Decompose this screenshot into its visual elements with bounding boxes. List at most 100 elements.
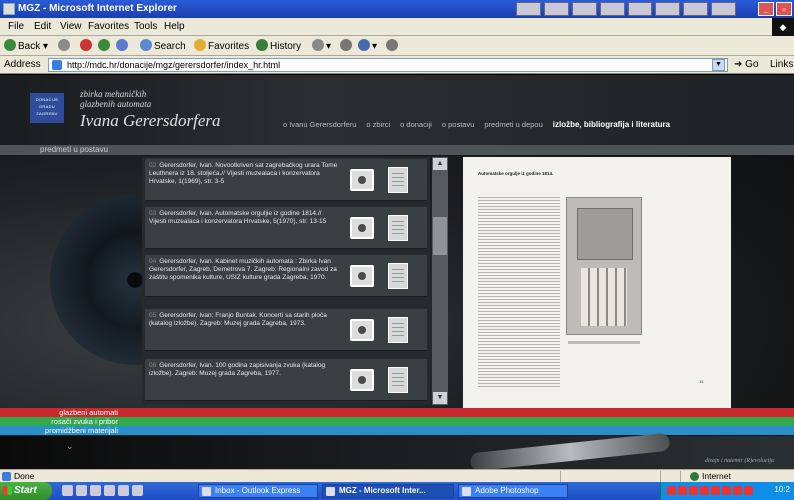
mail-button[interactable]: ▾ <box>312 39 331 52</box>
nav-about-donation[interactable]: o donaciji <box>400 120 432 134</box>
address-input[interactable]: http://mdc.hr/donacije/mgz/gerersdorfer/… <box>48 58 728 72</box>
tool-icon[interactable] <box>655 2 681 16</box>
scroll-thumb[interactable] <box>433 217 447 255</box>
search-icon <box>140 39 152 51</box>
menu-edit[interactable]: Edit <box>34 21 51 32</box>
task-photoshop[interactable]: Adobe Photoshop <box>458 484 568 498</box>
messenger-button[interactable] <box>386 39 400 52</box>
messenger-icon <box>386 39 398 51</box>
tray-icon[interactable] <box>667 486 676 495</box>
tool-icon[interactable] <box>599 2 625 16</box>
site-nav: o Ivanu Gerersdorferu o zbirci o donacij… <box>283 120 670 134</box>
category-promo-materials[interactable]: promidžbeni materijali <box>0 426 794 435</box>
tray-icon[interactable] <box>744 486 753 495</box>
preview-title: Automatske orgulje iz godine 1814. <box>478 171 554 176</box>
tool-icon[interactable] <box>571 2 597 16</box>
menu-help[interactable]: Help <box>164 21 185 32</box>
quick-launch-icon[interactable] <box>132 485 143 496</box>
tray-icon[interactable] <box>700 486 709 495</box>
tray-icon[interactable] <box>711 486 720 495</box>
security-zone: Internet <box>690 471 731 481</box>
site-header: DONACIJE GRADU ZAGREBU zbirka mehaničkih… <box>0 75 794 145</box>
list-scrollbar[interactable]: ▲ ▼ <box>432 157 448 405</box>
forward-button[interactable] <box>58 39 72 52</box>
tray-icon[interactable] <box>678 486 687 495</box>
menu-view[interactable]: View <box>60 21 82 32</box>
quick-launch-icon[interactable] <box>104 485 115 496</box>
window-title: MGZ - Microsoft Internet Explorer <box>18 3 177 14</box>
history-button[interactable]: History <box>256 39 301 52</box>
preview-text-block <box>478 197 560 387</box>
category-sound-carriers[interactable]: rosači zvuka i pribor <box>0 417 794 426</box>
status-separator <box>680 471 681 482</box>
document-icon[interactable] <box>388 215 408 241</box>
menu-file[interactable]: File <box>8 21 24 32</box>
quick-launch-icon[interactable] <box>62 485 73 496</box>
document-icon[interactable] <box>388 367 408 393</box>
menu-favorites[interactable]: Favorites <box>88 21 129 32</box>
web-page: DONACIJE GRADU ZAGREBU zbirka mehaničkih… <box>0 75 794 469</box>
organ-photo <box>566 197 642 335</box>
camera-icon[interactable] <box>350 265 374 287</box>
tool-icon[interactable] <box>627 2 653 16</box>
tool-icon[interactable] <box>711 2 736 16</box>
clock[interactable]: 10:2 <box>774 485 790 494</box>
titlebar-tool-icons <box>516 2 736 16</box>
maximize-button[interactable]: ▫ <box>776 2 792 16</box>
site-subtitle: zbirka mehaničkih glazbenih automata <box>80 89 152 109</box>
tray-icon[interactable] <box>722 486 731 495</box>
address-dropdown-button[interactable]: ▼ <box>712 59 725 71</box>
task-outlook[interactable]: Inbox - Outlook Express <box>198 484 318 498</box>
tool-icon[interactable] <box>543 2 569 16</box>
minimize-button[interactable]: _ <box>758 2 774 16</box>
go-button[interactable]: ➜ Go <box>734 59 759 70</box>
document-icon[interactable] <box>388 167 408 193</box>
scroll-down-button[interactable]: ▼ <box>433 392 447 404</box>
search-button[interactable]: Search <box>140 39 186 52</box>
menu-tools[interactable]: Tools <box>134 21 157 32</box>
edit-button[interactable]: ▾ <box>358 39 377 52</box>
quick-launch-icon[interactable] <box>118 485 129 496</box>
favorites-button[interactable]: Favorites <box>194 39 249 52</box>
history-icon <box>256 39 268 51</box>
refresh-button[interactable] <box>98 39 112 52</box>
quick-launch-icon[interactable] <box>76 485 87 496</box>
category-music-automata[interactable]: glazbeni automati <box>0 408 794 417</box>
home-button[interactable] <box>116 39 130 52</box>
nav-about-exhibit[interactable]: o postavu <box>442 120 475 134</box>
nav-bibliography[interactable]: izložbe, bibliografija i literatura <box>553 120 670 134</box>
links-button[interactable]: Links <box>770 59 793 70</box>
nav-about-gerersdorfer[interactable]: o Ivanu Gerersdorferu <box>283 120 356 134</box>
breadcrumb: predmeti u postavu <box>0 145 794 155</box>
mail-icon <box>312 39 324 51</box>
tool-icon[interactable] <box>683 2 709 16</box>
task-ie-mgz[interactable]: MGZ - Microsoft Inter... <box>322 484 454 498</box>
back-button[interactable]: Back ▾ <box>4 39 48 52</box>
breadcrumb-link[interactable]: predmeti u postavu <box>40 145 108 154</box>
nav-about-collection[interactable]: o zbirci <box>366 120 390 134</box>
chevron-down-icon[interactable]: ⌄ <box>66 441 74 452</box>
document-icon[interactable] <box>388 263 408 289</box>
window-titlebar[interactable]: MGZ - Microsoft Internet Explorer _ ▫ <box>0 0 794 18</box>
tray-icon[interactable] <box>689 486 698 495</box>
status-bar: Done Internet <box>0 469 794 482</box>
camera-icon[interactable] <box>350 217 374 239</box>
status-separator <box>560 471 561 482</box>
nav-depot-items[interactable]: predmeti u depou <box>484 120 542 134</box>
tool-icon[interactable] <box>516 2 541 16</box>
donation-logo[interactable]: DONACIJE GRADU ZAGREBU <box>30 93 64 123</box>
document-icon[interactable] <box>388 317 408 343</box>
stop-button[interactable] <box>80 39 94 52</box>
standard-toolbar: Back ▾ Search Favorites History ▾ ▾ <box>0 36 794 56</box>
tray-icon[interactable] <box>733 486 742 495</box>
start-button[interactable]: Start <box>0 482 52 500</box>
quick-launch-icon[interactable] <box>90 485 101 496</box>
forward-arrow-icon <box>58 39 70 51</box>
camera-icon[interactable] <box>350 369 374 391</box>
list-item: 02 Gerersdorfer, Ivan. Novootkriven sat z… <box>145 159 427 201</box>
scroll-up-button[interactable]: ▲ <box>433 158 447 170</box>
camera-icon[interactable] <box>350 319 374 341</box>
favorites-icon <box>194 39 206 51</box>
print-button[interactable] <box>340 39 354 52</box>
camera-icon[interactable] <box>350 169 374 191</box>
